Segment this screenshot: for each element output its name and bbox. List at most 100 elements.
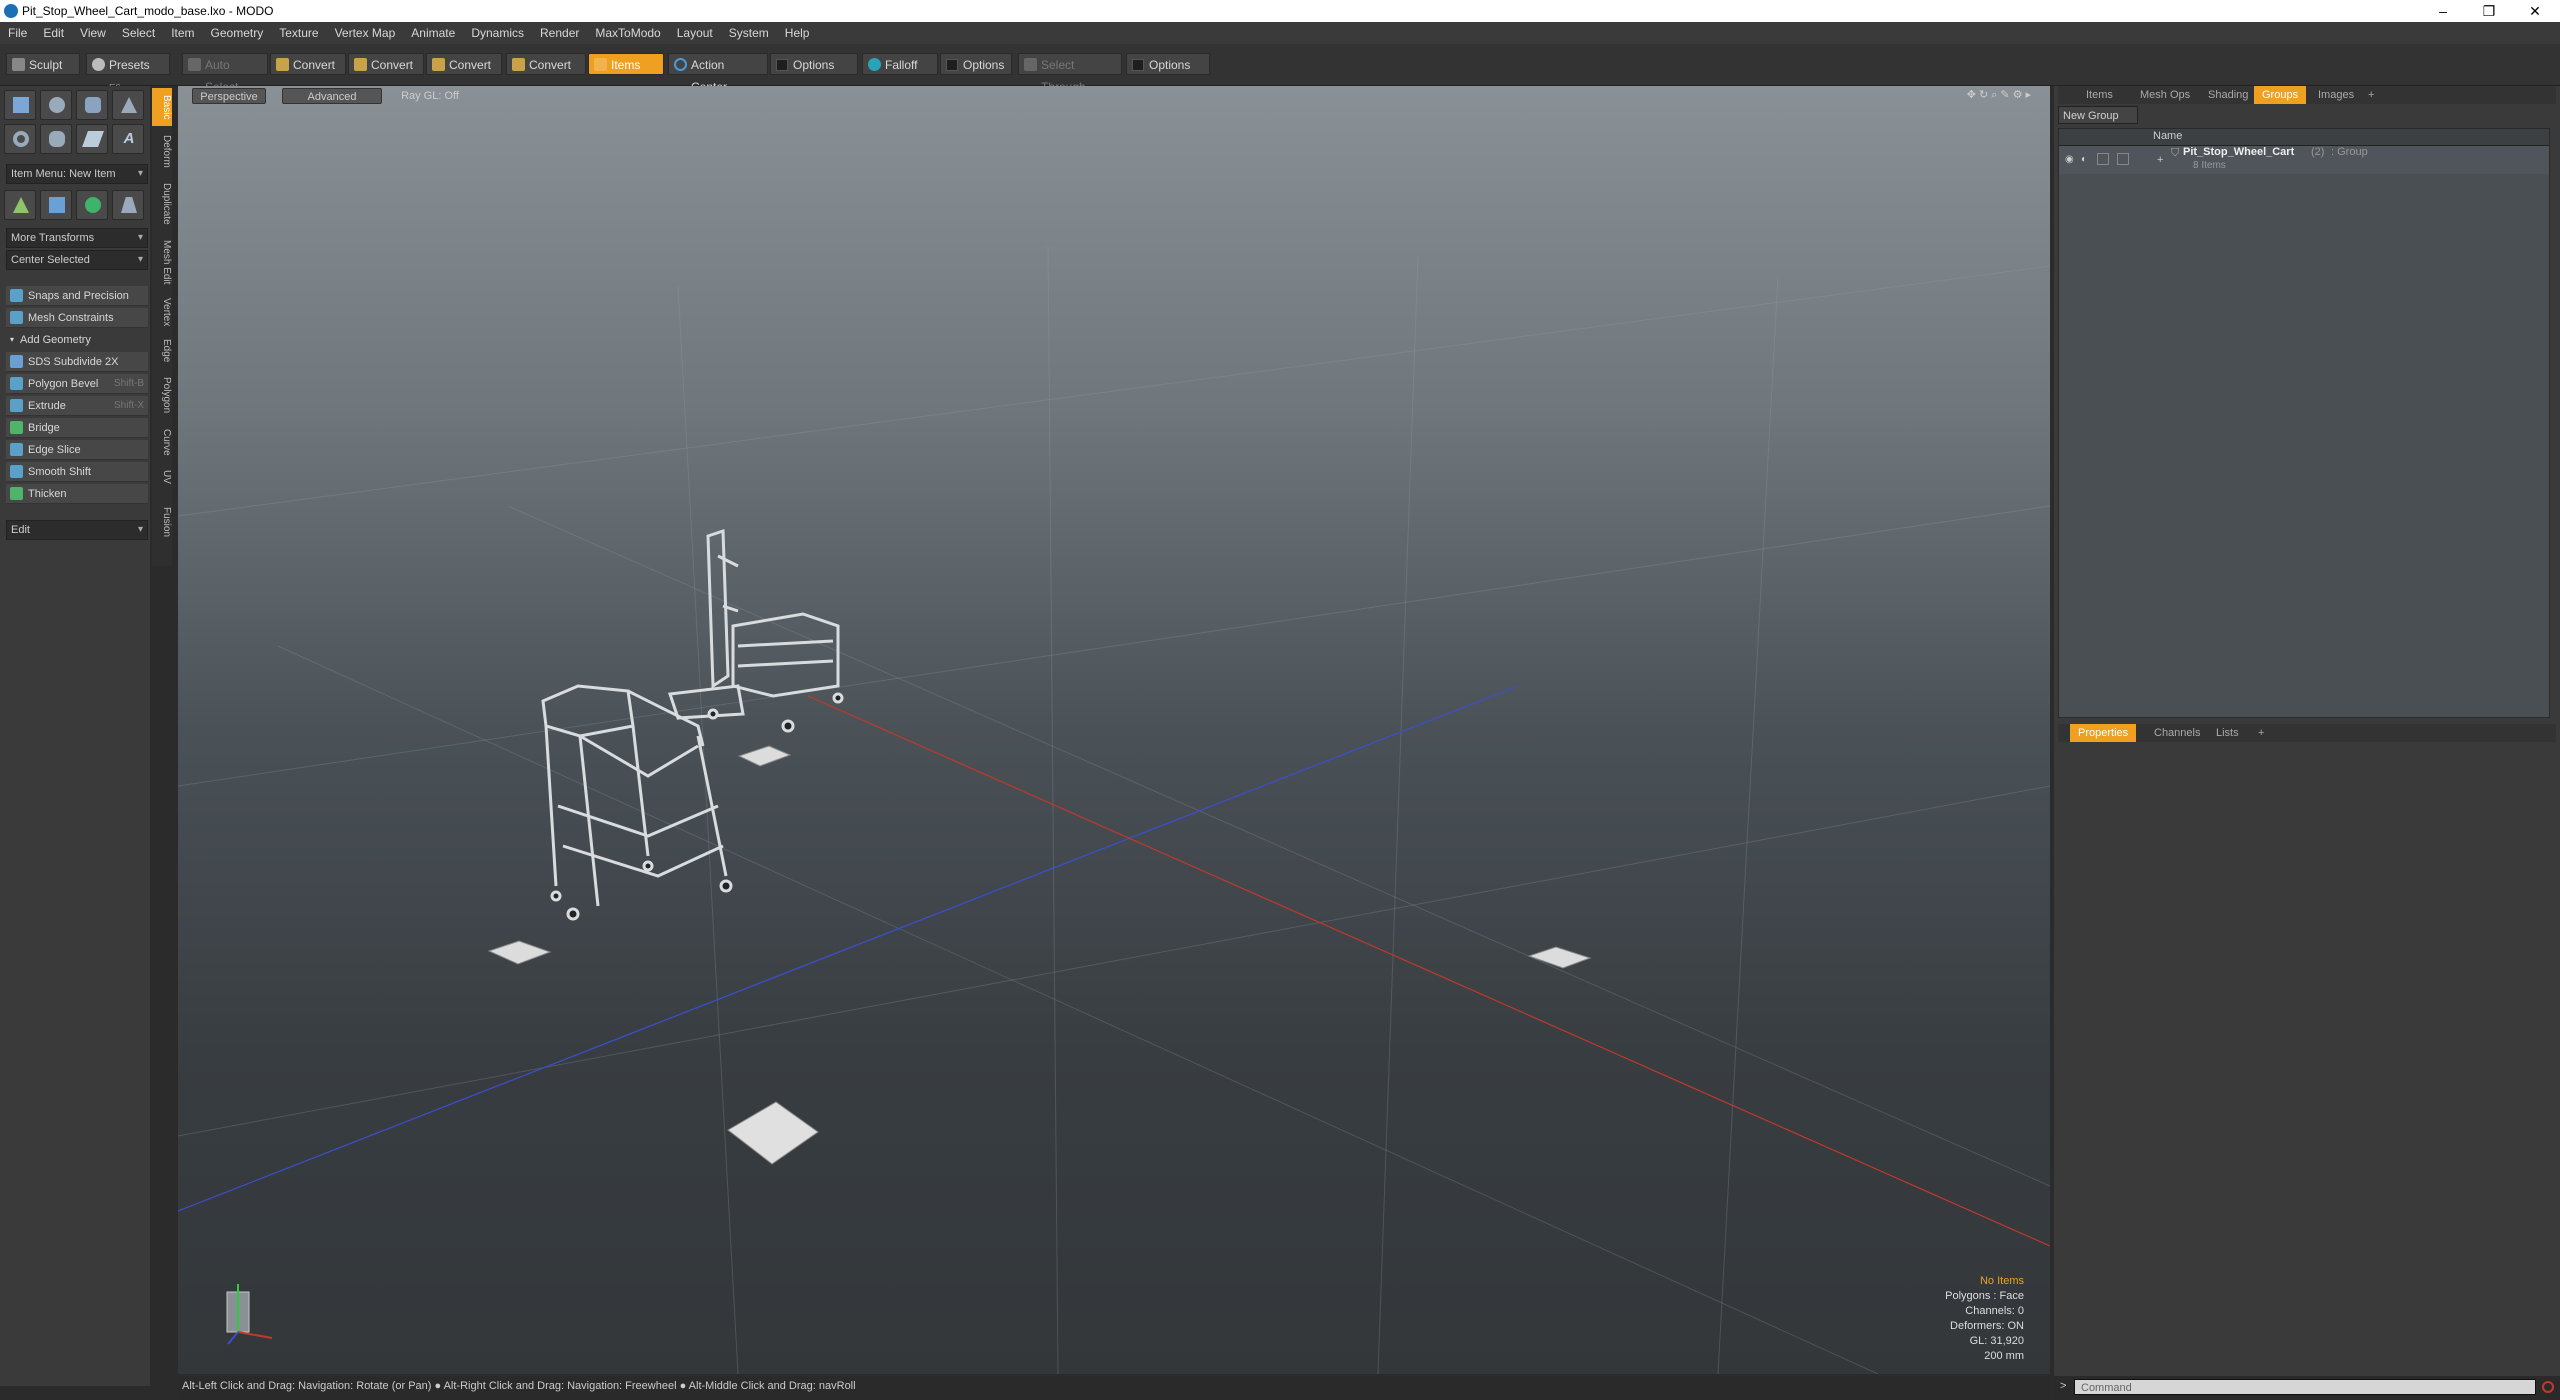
snaps-precision-button[interactable]: Snaps and Precision: [6, 286, 148, 306]
smooth-shift-button[interactable]: Smooth Shift: [6, 462, 148, 482]
select-toggle[interactable]: [2117, 153, 2129, 165]
add-geometry-section[interactable]: ▾ Add Geometry: [6, 330, 148, 350]
tab-channels[interactable]: Channels: [2146, 724, 2208, 742]
tab-edge[interactable]: Edge: [152, 334, 172, 368]
move-tool-button[interactable]: [4, 190, 36, 220]
tab-duplicate[interactable]: Duplicate: [152, 176, 172, 232]
menu-system[interactable]: System: [721, 22, 777, 44]
advanced-shading-button[interactable]: Advanced: [282, 88, 382, 104]
more-transforms-dropdown[interactable]: More Transforms: [6, 228, 148, 248]
lock-toggle[interactable]: [2097, 153, 2109, 165]
plane-primitive-button[interactable]: [76, 124, 108, 154]
convert-material-button[interactable]: Convert: [506, 53, 586, 75]
menu-texture[interactable]: Texture: [271, 22, 326, 44]
tab-lists[interactable]: Lists: [2208, 724, 2247, 742]
thicken-button[interactable]: Thicken: [6, 484, 148, 504]
menu-select[interactable]: Select: [114, 22, 163, 44]
tab-items[interactable]: Items: [2078, 86, 2121, 104]
add-tab-button[interactable]: +: [2360, 86, 2382, 104]
tab-uv[interactable]: UV: [152, 464, 172, 490]
text-primitive-button[interactable]: A: [112, 124, 144, 154]
items-mode-button[interactable]: Items: [588, 53, 664, 75]
menu-help[interactable]: Help: [777, 22, 818, 44]
scale-info: 200 mm: [1984, 1350, 2024, 1362]
select-through-options-button[interactable]: Options: [1126, 53, 1210, 75]
eye-visibility-icon[interactable]: ◉: [2065, 154, 2074, 165]
viewport-nav-icons[interactable]: ✥↻⌕✎⚙▸: [1967, 88, 2034, 102]
tab-polygon[interactable]: Polygon: [152, 370, 172, 420]
sculpt-label: Sculpt: [29, 58, 63, 72]
menu-dynamics[interactable]: Dynamics: [463, 22, 532, 44]
menu-geometry[interactable]: Geometry: [203, 22, 272, 44]
tab-deform[interactable]: Deform: [152, 128, 172, 174]
tab-fusion[interactable]: Fusion: [152, 492, 172, 552]
action-center-button[interactable]: Action Center: [668, 53, 768, 94]
maximize-button[interactable]: ❐: [2466, 0, 2512, 22]
bridge-button[interactable]: Bridge: [6, 418, 148, 438]
extrude-button[interactable]: Extrude Shift-X: [6, 396, 148, 416]
convert-vertex-button[interactable]: Convert: [270, 53, 346, 75]
torus-primitive-button[interactable]: [4, 124, 36, 154]
edge-slice-button[interactable]: Edge Slice: [6, 440, 148, 460]
action-center-options-button[interactable]: Options: [770, 53, 858, 75]
transform-tool-button[interactable]: [112, 190, 144, 220]
cone-primitive-button[interactable]: [112, 90, 144, 120]
edit-dropdown[interactable]: Edit: [6, 520, 148, 540]
render-toggle-icon[interactable]: ◐: [2081, 154, 2087, 165]
tab-vertex[interactable]: Vertex: [152, 292, 172, 332]
tab-curve[interactable]: Curve: [152, 422, 172, 462]
perspective-button[interactable]: Perspective: [192, 88, 266, 104]
mesh-constraints-button[interactable]: Mesh Constraints: [6, 308, 148, 328]
menu-edit[interactable]: Edit: [35, 22, 72, 44]
menu-maxtomodo[interactable]: MaxToModo: [587, 22, 668, 44]
options-checkbox[interactable]: [946, 59, 958, 71]
tab-properties[interactable]: Properties: [2070, 724, 2137, 742]
tool-shortcut: Shift-X: [113, 400, 144, 411]
raygl-button[interactable]: Ray GL: Off: [380, 88, 480, 104]
expand-icon[interactable]: +: [2157, 154, 2163, 166]
options-checkbox[interactable]: [1132, 59, 1144, 71]
menu-render[interactable]: Render: [532, 22, 587, 44]
command-history-icon[interactable]: [2542, 1381, 2554, 1393]
command-input[interactable]: Command: [2074, 1379, 2536, 1395]
cube-primitive-button[interactable]: [4, 90, 36, 120]
tab-mesh-edit[interactable]: Mesh Edit: [152, 234, 172, 290]
tab-mesh-ops[interactable]: Mesh Ops: [2132, 86, 2198, 104]
menu-vertex-map[interactable]: Vertex Map: [327, 22, 404, 44]
auto-select-button[interactable]: Auto Select: [182, 53, 268, 94]
center-selected-dropdown[interactable]: Center Selected: [6, 250, 148, 270]
3d-viewport[interactable]: Perspective Advanced Ray GL: Off ✥↻⌕✎⚙▸ …: [178, 86, 2050, 1374]
options-checkbox[interactable]: [776, 59, 788, 71]
sphere-primitive-button[interactable]: [40, 90, 72, 120]
tab-basic[interactable]: Basic: [152, 88, 172, 126]
menu-file[interactable]: File: [0, 22, 35, 44]
group-row[interactable]: ◉ ◐ + ⛉ Pit_Stop_Wheel_Cart (2) : Group …: [2059, 146, 2549, 174]
polygon-bevel-button[interactable]: Polygon Bevel Shift-B: [6, 374, 148, 394]
falloff-button[interactable]: Falloff: [862, 53, 938, 75]
add-tab-button[interactable]: +: [2250, 724, 2272, 742]
convert-edge-button[interactable]: Convert: [348, 53, 424, 75]
select-through-button[interactable]: Select Through: [1018, 53, 1122, 94]
minimize-button[interactable]: –: [2420, 0, 2466, 22]
menu-animate[interactable]: Animate: [403, 22, 463, 44]
close-button[interactable]: ✕: [2512, 0, 2558, 22]
presets-button[interactable]: Presets F6: [86, 53, 170, 94]
sculpt-button[interactable]: Sculpt: [6, 53, 80, 75]
select-through-icon: [1024, 58, 1037, 71]
falloff-options-button[interactable]: Options: [940, 53, 1012, 75]
new-group-button[interactable]: New Group: [2058, 106, 2138, 124]
scale-tool-button[interactable]: [40, 190, 72, 220]
menu-item[interactable]: Item: [163, 22, 202, 44]
menu-layout[interactable]: Layout: [669, 22, 721, 44]
sds-subdivide-button[interactable]: SDS Subdivide 2X: [6, 352, 148, 372]
cylinder-primitive-button[interactable]: [76, 90, 108, 120]
convert-polygon-button[interactable]: Convert: [426, 53, 502, 75]
rotate-tool-button[interactable]: [76, 190, 108, 220]
tab-shading[interactable]: Shading: [2200, 86, 2256, 104]
menu-view[interactable]: View: [72, 22, 114, 44]
group-type: : Group: [2331, 146, 2368, 158]
item-menu-dropdown[interactable]: Item Menu: New Item: [6, 164, 148, 184]
tab-images[interactable]: Images: [2310, 86, 2362, 104]
tab-groups[interactable]: Groups: [2254, 86, 2307, 104]
capsule-primitive-button[interactable]: [40, 124, 72, 154]
